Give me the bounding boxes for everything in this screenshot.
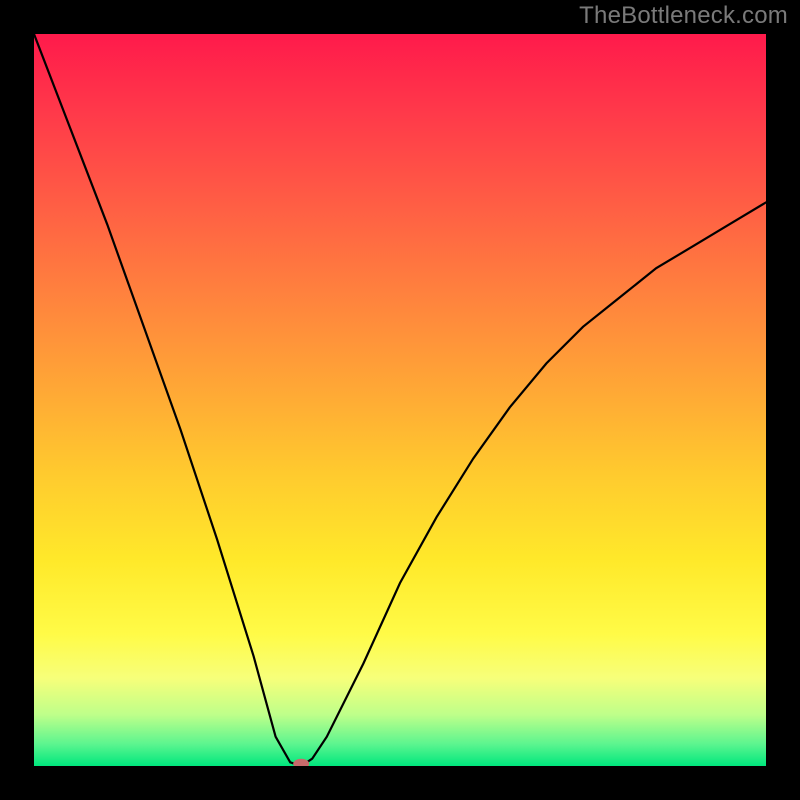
bottleneck-curve	[34, 34, 766, 766]
watermark-text: TheBottleneck.com	[579, 2, 788, 30]
chart-frame: TheBottleneck.com	[0, 0, 800, 800]
plot-area	[34, 34, 766, 766]
chart-svg	[34, 34, 766, 766]
optimal-marker	[293, 759, 309, 766]
